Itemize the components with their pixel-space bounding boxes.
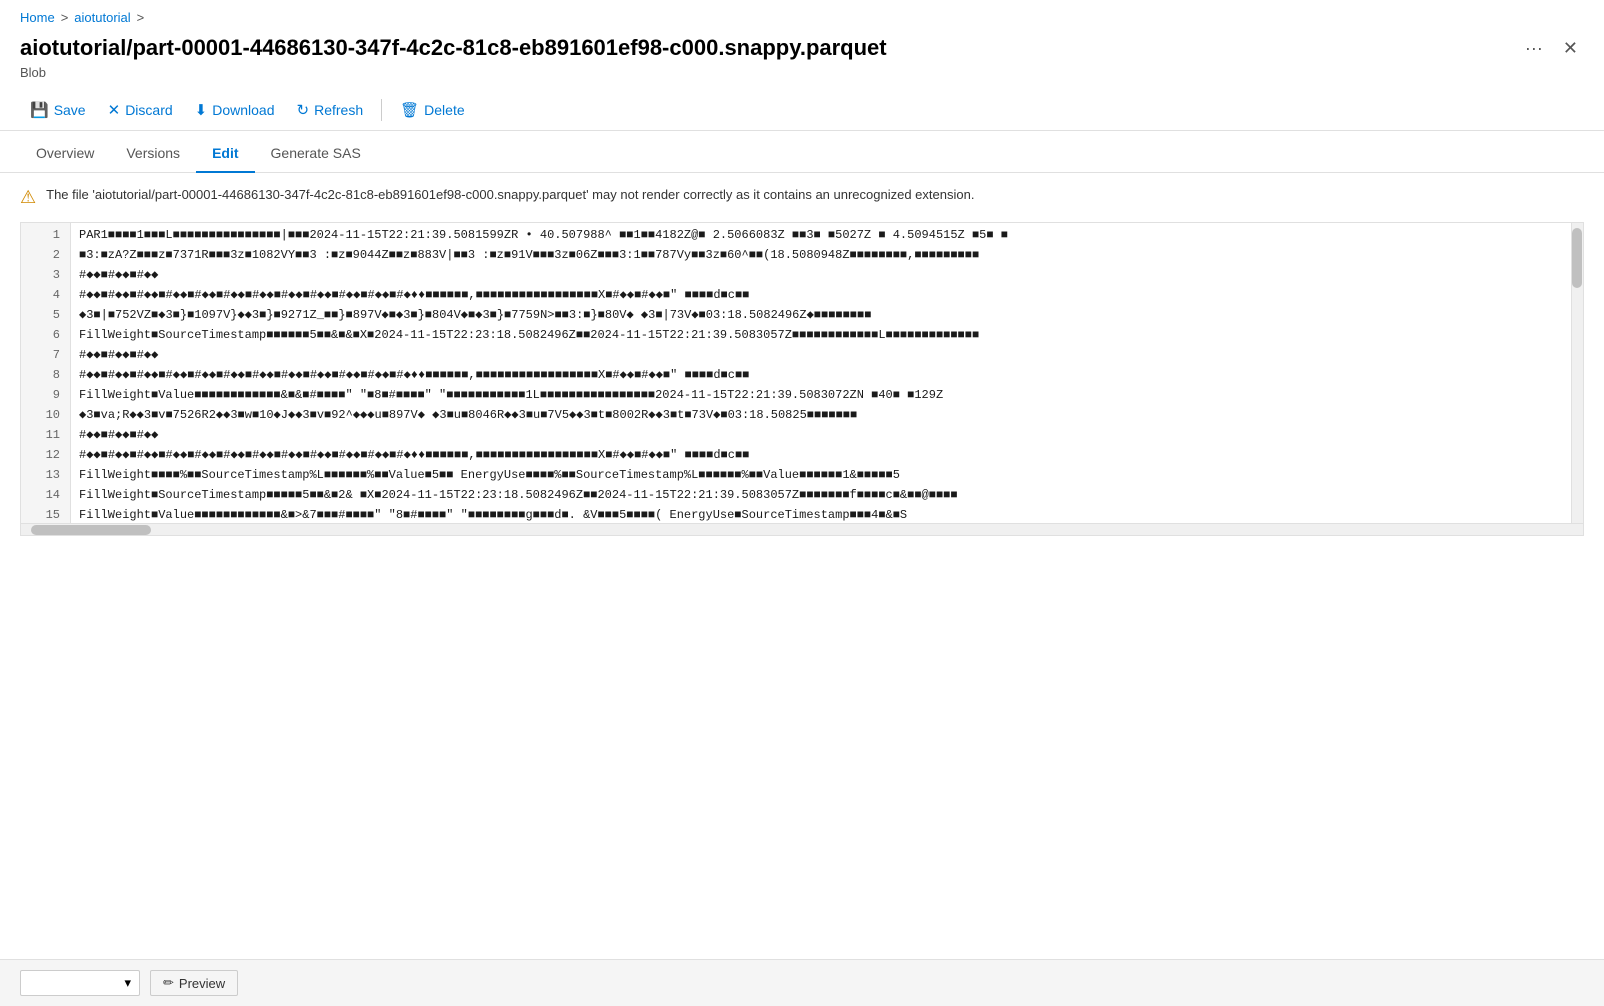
save-icon: 💾 [30,101,49,119]
encoding-select[interactable]: ▾ [20,970,140,996]
download-icon: ⬇ [195,101,208,119]
warning-text: The file 'aiotutorial/part-00001-4468613… [46,187,974,202]
line-number-9: 9 [21,383,70,403]
tab-overview[interactable]: Overview [20,135,110,173]
line-number-13: 13 [21,463,70,483]
ellipsis-button[interactable]: ··· [1519,36,1549,61]
discard-label: Discard [125,102,172,118]
code-line-11: #◆◆■#◆◆■#◆◆ [71,423,1583,443]
warning-icon: ⚠ [20,187,36,208]
code-content: PAR1■■■■1■■■L■■■■■■■■■■■■■■■|■■■2024-11-… [71,223,1583,523]
line-number-8: 8 [21,363,70,383]
line-number-14: 14 [21,483,70,503]
code-line-1: PAR1■■■■1■■■L■■■■■■■■■■■■■■■|■■■2024-11-… [71,223,1583,243]
line-numbers: 123456789101112131415 [21,223,71,523]
breadcrumb-tutorial[interactable]: aiotutorial [74,10,130,25]
breadcrumb: Home > aiotutorial > [0,0,1604,31]
save-button[interactable]: 💾 Save [20,96,96,124]
tab-bar: Overview Versions Edit Generate SAS [0,135,1604,173]
line-number-6: 6 [21,323,70,343]
chevron-down-icon: ▾ [124,975,131,991]
preview-label: Preview [179,976,225,991]
code-line-2: ■3:■zA?Z■■■z■7371R■■■3z■1082VY■■3 :■z■90… [71,243,1583,263]
bottom-bar: ▾ ✏ Preview [0,959,1604,1006]
close-button[interactable]: ✕ [1557,36,1584,61]
line-number-5: 5 [21,303,70,323]
refresh-label: Refresh [314,102,363,118]
toolbar: 💾 Save ✕ Discard ⬇ Download ↻ Refresh 🗑 … [0,90,1604,131]
line-number-12: 12 [21,443,70,463]
code-line-3: #◆◆■#◆◆■#◆◆ [71,263,1583,283]
blob-label: Blob [0,63,1604,90]
scroll-thumb [1572,228,1582,288]
discard-icon: ✕ [108,101,121,119]
refresh-icon: ↻ [297,101,310,119]
line-number-2: 2 [21,243,70,263]
code-line-9: FillWeight■Value■■■■■■■■■■■■&■&■#■■■■" "… [71,383,1583,403]
breadcrumb-home[interactable]: Home [20,10,55,25]
horizontal-scrollbar[interactable] [20,524,1584,536]
code-line-7: #◆◆■#◆◆■#◆◆ [71,343,1583,363]
code-line-5: ◆3■|■752VZ■◆3■}■1097V}◆◆3■}■9271Z_■■}■89… [71,303,1583,323]
line-number-3: 3 [21,263,70,283]
toolbar-divider [381,99,382,121]
delete-icon: 🗑 [400,101,419,119]
code-line-6: FillWeight■SourceTimestamp■■■■■■5■■&■&■X… [71,323,1583,343]
line-number-15: 15 [21,503,70,523]
delete-label: Delete [424,102,464,118]
refresh-button[interactable]: ↻ Refresh [287,96,374,124]
breadcrumb-sep1: > [61,10,69,25]
line-number-4: 4 [21,283,70,303]
line-number-7: 7 [21,343,70,363]
delete-button[interactable]: 🗑 Delete [390,96,475,124]
preview-button[interactable]: ✏ Preview [150,970,238,996]
tab-edit[interactable]: Edit [196,135,254,173]
code-line-12: #◆◆■#◆◆■#◆◆■#◆◆■#◆◆■#◆◆■#◆◆■#◆◆■#◆◆■#◆◆■… [71,443,1583,463]
breadcrumb-sep2: > [137,10,145,25]
page-title: aiotutorial/part-00001-44686130-347f-4c2… [20,35,1519,61]
warning-bar: ⚠ The file 'aiotutorial/part-00001-44686… [0,173,1604,222]
code-line-10: ◆3■va;R◆◆3■v■7526R2◆◆3■w■10◆J◆◆3■v■92^◆◆… [71,403,1583,423]
code-line-8: #◆◆■#◆◆■#◆◆■#◆◆■#◆◆■#◆◆■#◆◆■#◆◆■#◆◆■#◆◆■… [71,363,1583,383]
code-line-15: FillWeight■Value■■■■■■■■■■■■&■>&7■■■#■■■… [71,503,1583,523]
tab-generate-sas[interactable]: Generate SAS [255,135,377,173]
code-line-14: FillWeight■SourceTimestamp■■■■■5■■&■2& ■… [71,483,1583,503]
line-number-1: 1 [21,223,70,243]
save-label: Save [54,102,86,118]
vertical-scrollbar[interactable] [1571,223,1583,523]
download-button[interactable]: ⬇ Download [185,96,285,124]
code-line-13: FillWeight■■■■%■■SourceTimestamp%L■■■■■■… [71,463,1583,483]
line-number-11: 11 [21,423,70,443]
discard-button[interactable]: ✕ Discard [98,96,183,124]
tab-versions[interactable]: Versions [110,135,196,173]
code-editor[interactable]: 123456789101112131415 PAR1■■■■1■■■L■■■■■… [20,222,1584,524]
download-label: Download [212,102,274,118]
code-line-4: #◆◆■#◆◆■#◆◆■#◆◆■#◆◆■#◆◆■#◆◆■#◆◆■#◆◆■#◆◆■… [71,283,1583,303]
scrollbar-thumb [31,525,151,535]
line-number-10: 10 [21,403,70,423]
preview-icon: ✏ [163,975,174,991]
